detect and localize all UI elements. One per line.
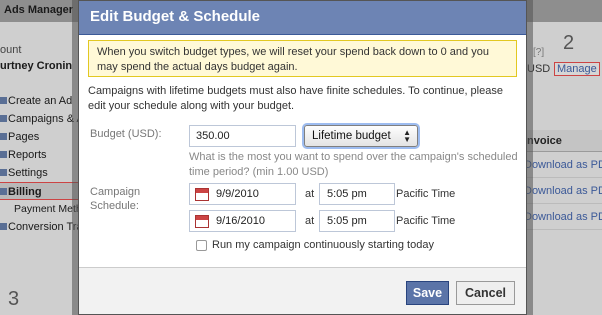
continuous-label[interactable]: Run my campaign continuously starting to… (212, 239, 434, 251)
nav-icon (0, 223, 7, 230)
continuous-checkbox[interactable] (196, 240, 207, 251)
dialog-header: Edit Budget & Schedule (79, 1, 526, 35)
table-header: Invoice (520, 130, 602, 152)
save-button[interactable]: Save (406, 281, 449, 305)
end-time-input[interactable]: 5:05 pm (319, 210, 395, 232)
at-label: at (305, 188, 315, 200)
budget-hint: What is the most you want to spend over … (189, 151, 518, 178)
table-row[interactable]: Download as PDF (520, 204, 602, 230)
help-link[interactable]: [?] (533, 47, 544, 58)
budget-label: Budget (USD): (90, 128, 162, 140)
step-number: 2 (563, 32, 575, 54)
account-label: ount (0, 44, 22, 56)
end-timezone: Pacific Time (396, 215, 456, 227)
budget-input[interactable]: 350.00 (189, 125, 296, 147)
start-date-input[interactable]: 9/9/2010 (189, 183, 296, 205)
start-timezone: Pacific Time (396, 188, 456, 200)
budget-type-select[interactable]: Lifetime budget ▲ ▼ (304, 125, 418, 147)
step-number: 3 (8, 288, 20, 310)
schedule-label: Campaign Schedule: (90, 186, 141, 212)
start-time-input[interactable]: 5:05 pm (319, 183, 395, 205)
sidebar-item-create-ad[interactable]: Create an Ad (0, 92, 78, 110)
info-message: Campaigns with lifetime budgets must als… (88, 85, 503, 112)
cancel-button[interactable]: Cancel (456, 281, 515, 305)
sidebar-nav: Create an Ad Campaigns & A Pages Reports… (0, 92, 78, 236)
dialog-footer: Save Cancel (79, 267, 526, 314)
account-name[interactable]: urtney Cronin (0, 60, 72, 72)
nav-icon (0, 97, 7, 104)
sidebar-item-conversion-tracking[interactable]: Conversion Tra (0, 218, 78, 236)
manage-link[interactable]: Manage (554, 62, 600, 76)
invoice-table: Invoice Download as PDF Download as PDF … (520, 130, 602, 230)
sidebar-item-reports[interactable]: Reports (0, 146, 78, 164)
calendar-icon[interactable] (195, 188, 209, 201)
at-label: at (305, 215, 315, 227)
warning-message: When you switch budget types, we will re… (88, 40, 517, 77)
nav-icon (0, 169, 7, 176)
edit-budget-dialog: Edit Budget & Schedule When you switch b… (78, 0, 527, 315)
app-title: Ads Manager (4, 4, 74, 16)
currency-label: USD (527, 63, 551, 75)
calendar-icon[interactable] (195, 215, 209, 228)
select-arrows-icon: ▲ ▼ (403, 128, 411, 144)
sidebar-item-settings[interactable]: Settings (0, 164, 78, 182)
table-row[interactable]: Download as PDF (520, 152, 602, 178)
sidebar-item-billing[interactable]: Billing (0, 182, 78, 200)
sidebar-item-campaigns[interactable]: Campaigns & A (0, 110, 78, 128)
end-date-input[interactable]: 9/16/2010 (189, 210, 296, 232)
sidebar-item-pages[interactable]: Pages (0, 128, 78, 146)
nav-icon (0, 115, 7, 122)
nav-icon (0, 133, 7, 140)
budget-type-value: Lifetime budget (312, 130, 391, 142)
sidebar-item-payment-methods[interactable]: Payment Meth (0, 200, 78, 218)
nav-icon (0, 151, 7, 158)
dialog-title: Edit Budget & Schedule (90, 8, 261, 25)
table-row[interactable]: Download as PDF (520, 178, 602, 204)
nav-icon (0, 188, 7, 195)
